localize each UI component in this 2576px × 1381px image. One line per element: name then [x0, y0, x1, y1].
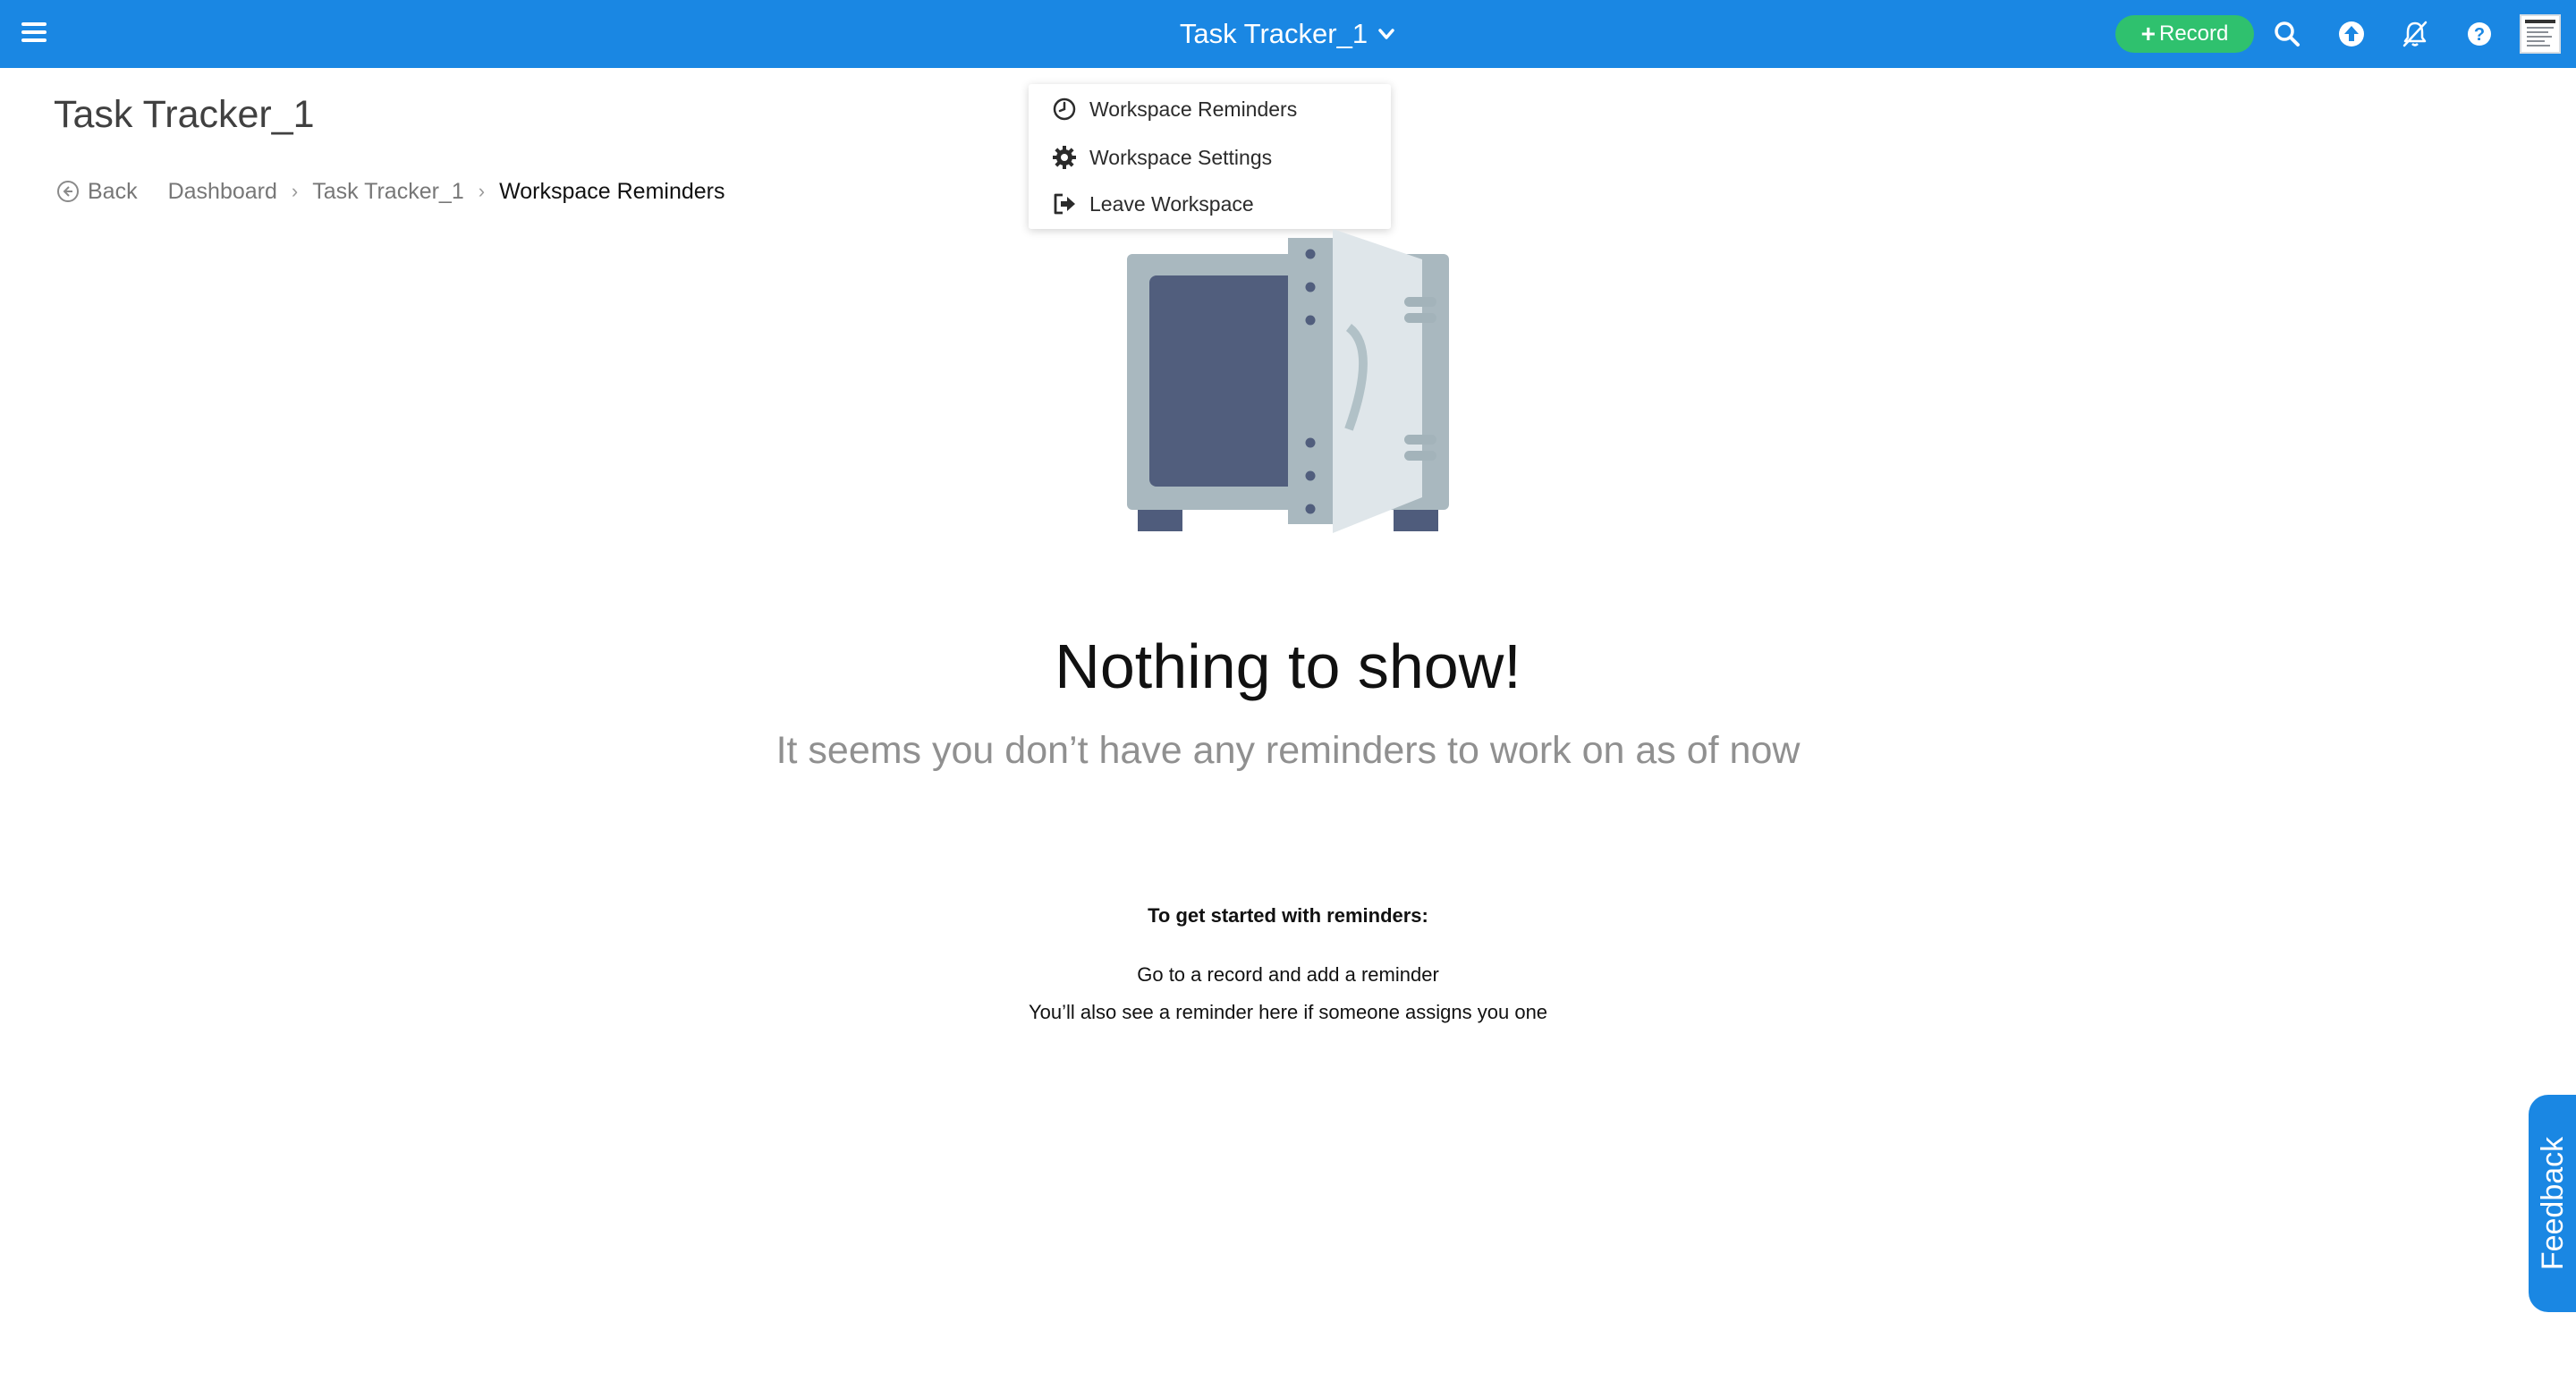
chevron-right-icon: ›: [478, 180, 486, 202]
upload-icon[interactable]: [2336, 19, 2367, 49]
exit-icon: [1052, 191, 1077, 216]
chevron-right-icon: ›: [291, 180, 299, 202]
back-label: Back: [88, 178, 138, 204]
clock-icon: [1052, 97, 1077, 122]
svg-text:?: ?: [2474, 25, 2485, 45]
back-button[interactable]: Back: [55, 179, 138, 205]
workspace-menu: Workspace Reminders Workspace Settings L…: [1029, 84, 1391, 229]
empty-state-title: Nothing to show!: [1055, 631, 1521, 701]
menu-item-workspace-reminders[interactable]: Workspace Reminders: [1052, 91, 1297, 127]
gear-icon: [1052, 145, 1077, 170]
menu-icon[interactable]: [21, 20, 48, 47]
feedback-label: Feedback: [2536, 1136, 2571, 1271]
get-started-line: You’ll also see a reminder here if someo…: [1028, 1001, 1548, 1023]
menu-item-workspace-settings[interactable]: Workspace Settings: [1052, 140, 1272, 175]
breadcrumb-dashboard[interactable]: Dashboard: [168, 179, 277, 205]
notifications-off-icon[interactable]: [2400, 19, 2430, 49]
workspace-title-dropdown[interactable]: Task Tracker_1: [1163, 13, 1413, 55]
help-icon[interactable]: ?: [2464, 19, 2495, 49]
empty-state-subtitle: It seems you don’t have any reminders to…: [775, 729, 1801, 772]
add-record-button[interactable]: + Record: [2115, 15, 2254, 53]
breadcrumb: Back Dashboard › Task Tracker_1 › Worksp…: [55, 175, 724, 208]
search-icon[interactable]: [2272, 19, 2302, 49]
top-bar: Task Tracker_1 + Record ?: [0, 0, 2576, 68]
get-started-line: Go to a record and add a reminder: [1137, 963, 1439, 986]
menu-item-leave-workspace[interactable]: Leave Workspace: [1052, 186, 1254, 222]
breadcrumb-current: Workspace Reminders: [499, 178, 725, 204]
dropdown-caret: [1342, 72, 1367, 84]
add-record-label: Record: [2158, 21, 2229, 46]
menu-item-label: Workspace Settings: [1089, 145, 1273, 169]
back-arrow-icon: [57, 181, 79, 202]
workspace-title: Task Tracker_1: [1179, 18, 1368, 49]
plus-icon: +: [2140, 20, 2156, 47]
get-started-heading: To get started with reminders:: [1148, 904, 1428, 927]
menu-item-label: Leave Workspace: [1089, 191, 1254, 216]
avatar[interactable]: [2520, 14, 2561, 54]
feedback-label-wrap: Feedback: [2531, 1098, 2576, 1309]
chevron-down-icon: [1378, 29, 1394, 39]
page-title: Task Tracker_1: [54, 93, 315, 136]
open-safe-illustration: [1127, 229, 1449, 533]
breadcrumb-task-tracker[interactable]: Task Tracker_1: [312, 179, 464, 205]
menu-item-label: Workspace Reminders: [1089, 97, 1298, 121]
